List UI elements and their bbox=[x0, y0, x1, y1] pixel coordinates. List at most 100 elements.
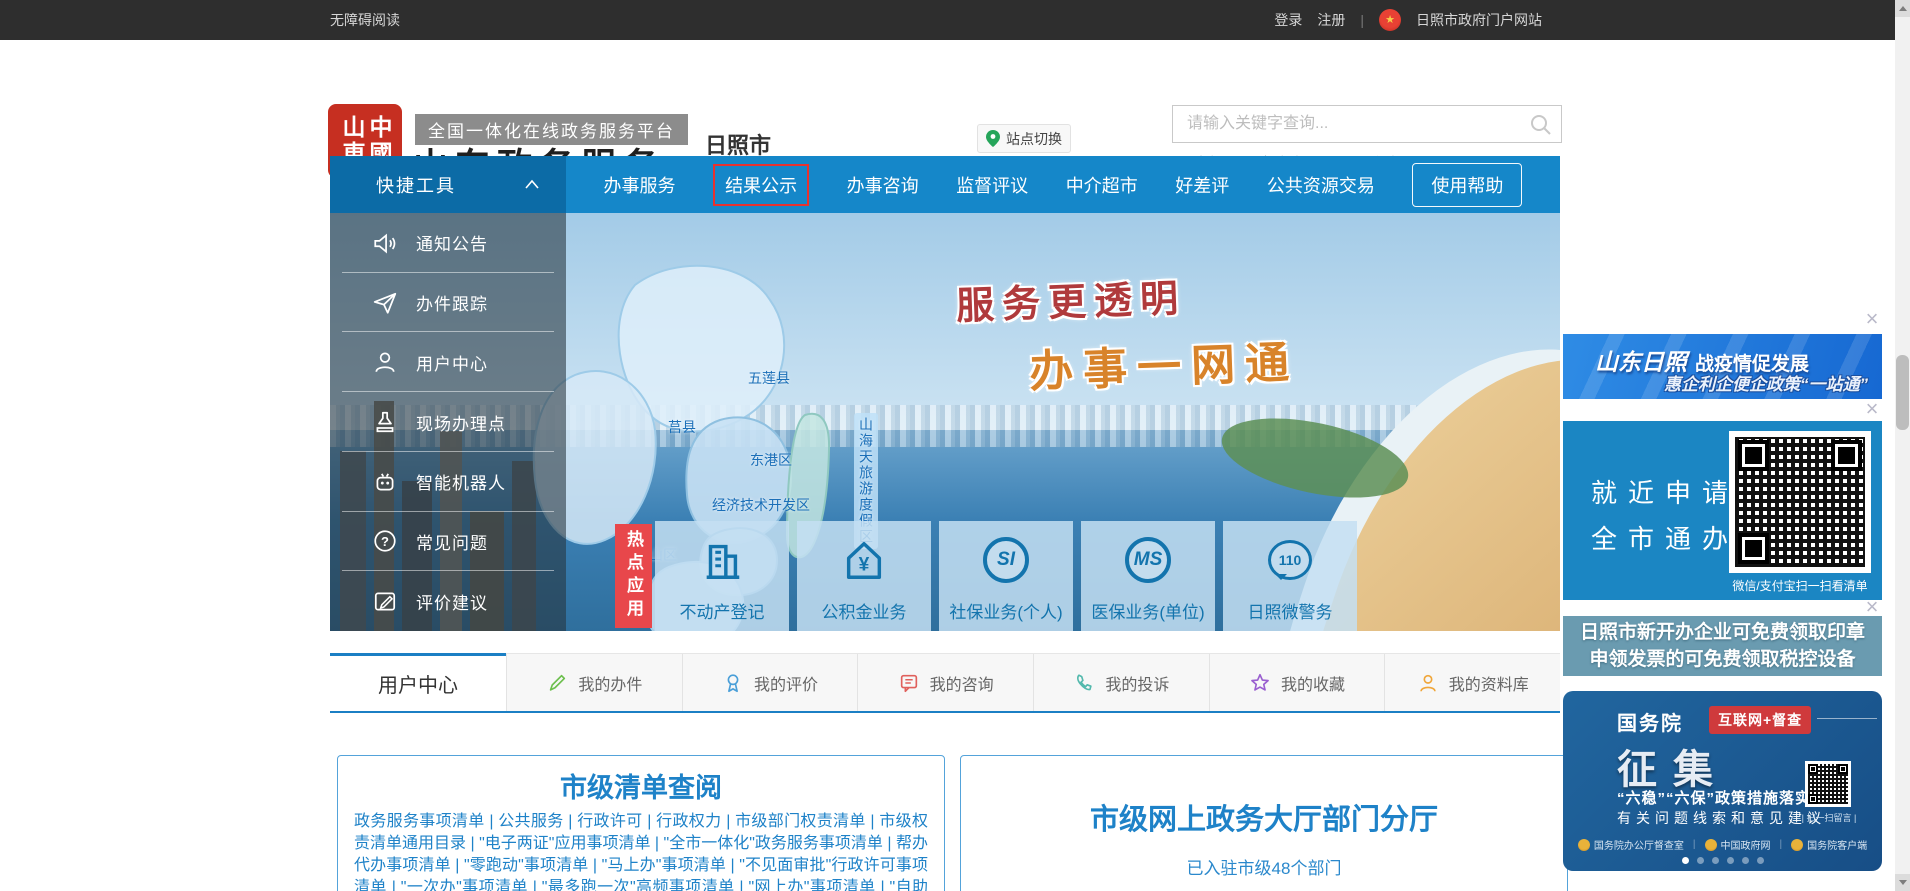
star-icon bbox=[1249, 672, 1271, 694]
scroll-down-arrow[interactable] bbox=[1895, 874, 1910, 891]
user-center-tabs: 用户中心 我的办件 我的评价 我的咨询 我的 bbox=[330, 653, 1560, 713]
floater-banner-inspection[interactable]: 国务院 互联网+督查 征集 “六稳”“六保”政策措施落实 有关问题线索和意见建议… bbox=[1563, 691, 1882, 871]
national-emblem-icon: ★ bbox=[1379, 9, 1401, 31]
tile-social-insurance[interactable]: SI 社保业务(个人) bbox=[939, 521, 1073, 631]
menu-item-notices[interactable]: 通知公告 bbox=[330, 213, 566, 273]
search-icon[interactable] bbox=[1529, 113, 1553, 137]
svg-text:?: ? bbox=[381, 534, 389, 549]
menu-item-faq[interactable]: ? 常见问题 bbox=[330, 512, 566, 572]
phone-icon bbox=[1073, 672, 1095, 694]
menu-item-label: 办件跟踪 bbox=[416, 290, 488, 315]
floater2-line2: 全市通办 bbox=[1591, 519, 1739, 556]
list-panel-links[interactable]: 政务服务事项清单 | 公共服务 | 行政许可 | 行政权力 | 市级部门权责清单… bbox=[354, 811, 928, 891]
floater4-badge: 互联网+督查 bbox=[1709, 706, 1811, 734]
site-switch-button[interactable]: 站点切换 bbox=[977, 124, 1071, 153]
emblem-icon bbox=[1791, 839, 1803, 851]
menu-item-tracking[interactable]: 办件跟踪 bbox=[330, 273, 566, 333]
floater-banner-citywide[interactable]: 就近申请 全市通办 微信/支付宝扫一扫看清单 bbox=[1563, 421, 1882, 600]
main-nav: 快捷工具 办事服务 结果公示 办事咨询 监督评议 中介超市 好差评 公共资源交易… bbox=[330, 156, 1560, 213]
si-circle-icon: SI bbox=[983, 521, 1029, 598]
tab-my-ratings[interactable]: 我的评价 bbox=[682, 654, 858, 711]
menu-item-label: 用户中心 bbox=[416, 350, 488, 375]
tab-my-complaints[interactable]: 我的投诉 bbox=[1033, 654, 1209, 711]
city-list-panel: 市级清单查阅 政务服务事项清单 | 公共服务 | 行政许可 | 行政权力 | 市… bbox=[337, 755, 945, 891]
portal-link[interactable]: 日照市政府门户网站 bbox=[1416, 10, 1542, 30]
tab-my-favorites[interactable]: 我的收藏 bbox=[1209, 654, 1385, 711]
tile-label: 医保业务(单位) bbox=[1091, 598, 1204, 623]
dept-hall-title[interactable]: 市级网上政务大厅部门分厅 bbox=[961, 796, 1567, 838]
police-110-icon: 110 bbox=[1268, 521, 1312, 598]
topbar-separator: | bbox=[1360, 12, 1364, 28]
floater4-org: 国务院 bbox=[1617, 707, 1683, 736]
tab-my-library[interactable]: 我的资料库 bbox=[1384, 654, 1560, 711]
quick-tools-toggle[interactable]: 快捷工具 bbox=[330, 156, 566, 213]
nav-item-haochaping[interactable]: 好差评 bbox=[1175, 172, 1229, 198]
tile-police[interactable]: 110 日照微警务 bbox=[1223, 521, 1357, 631]
map-label-juxian: 莒县 bbox=[668, 417, 696, 437]
scrollbar-thumb[interactable] bbox=[1896, 355, 1909, 430]
tile-label: 日照微警务 bbox=[1248, 598, 1333, 623]
tab-label: 我的收藏 bbox=[1281, 671, 1345, 695]
person-icon bbox=[1417, 672, 1439, 694]
menu-item-robot[interactable]: 智能机器人 bbox=[330, 452, 566, 512]
floater-banner-policy[interactable]: 山东日照 战疫情促发展 惠企利企便企政策“一站通” bbox=[1563, 334, 1882, 399]
topbar-right: 登录 注册 | ★ 日照市政府门户网站 bbox=[1274, 0, 1542, 40]
search-input[interactable] bbox=[1173, 106, 1525, 142]
floater4-qr-caption: | 扫一扫留言 | bbox=[1791, 811, 1867, 824]
building-icon bbox=[699, 521, 745, 598]
city-list-title[interactable]: 市级清单查阅 bbox=[354, 766, 928, 805]
menu-item-label: 评价建议 bbox=[416, 589, 488, 614]
tile-housing-fund[interactable]: ¥ 公积金业务 bbox=[797, 521, 931, 631]
menu-item-label: 通知公告 bbox=[416, 230, 488, 255]
nav-item-banshi-zixun[interactable]: 办事咨询 bbox=[847, 172, 919, 198]
nav-item-gonggong-ziyuan[interactable]: 公共资源交易 bbox=[1267, 172, 1375, 198]
close-icon[interactable]: × bbox=[1860, 400, 1884, 418]
tile-label: 公积金业务 bbox=[822, 598, 907, 623]
quick-tools-label: 快捷工具 bbox=[376, 172, 456, 198]
menu-item-feedback[interactable]: 评价建议 bbox=[330, 571, 566, 631]
nav-item-help[interactable]: 使用帮助 bbox=[1412, 163, 1522, 207]
house-yuan-icon: ¥ bbox=[840, 521, 888, 598]
nav-item-zhongjie-chaoshi[interactable]: 中介超市 bbox=[1066, 172, 1138, 198]
chat-doc-icon bbox=[898, 672, 920, 694]
tab-user-center[interactable]: 用户中心 bbox=[330, 653, 506, 711]
scroll-up-arrow[interactable] bbox=[1895, 0, 1910, 17]
nav-item-jieguo-gongshi[interactable]: 结果公示 bbox=[713, 164, 809, 206]
hero-banner: 五莲县 莒县 东港区 经济技术开发区 岚山区 山海天旅游度假区 服务更透明 办事… bbox=[330, 213, 1560, 631]
svg-text:¥: ¥ bbox=[859, 554, 870, 575]
close-icon[interactable]: × bbox=[1860, 310, 1884, 328]
close-icon[interactable]: × bbox=[1860, 598, 1884, 616]
quick-tools-menu: 通知公告 办件跟踪 用户中心 bbox=[330, 213, 566, 631]
map-label-donggang: 东港区 bbox=[750, 450, 792, 470]
nav-item-banshi-fuwu[interactable]: 办事服务 bbox=[604, 172, 676, 198]
page-scrollbar[interactable] bbox=[1895, 0, 1910, 891]
qr-code-small bbox=[1805, 761, 1851, 807]
floater1-line2: 惠企利企便企政策“一站通” bbox=[1664, 370, 1868, 395]
hot-apps-tiles: 不动产登记 ¥ 公积金业务 SI 社保业务(个人) MS bbox=[655, 521, 1357, 631]
menu-item-label: 智能机器人 bbox=[416, 469, 506, 494]
tile-real-estate[interactable]: 不动产登记 bbox=[655, 521, 789, 631]
floater-banner-new-business[interactable]: 日照市新开办企业可免费领取印章 申领发票的可免费领取税控设备 bbox=[1563, 616, 1882, 676]
menu-item-onsite[interactable]: 现场办理点 bbox=[330, 392, 566, 452]
menu-item-label: 现场办理点 bbox=[416, 410, 506, 435]
carousel-dots[interactable] bbox=[1563, 857, 1882, 864]
login-link[interactable]: 登录 bbox=[1274, 10, 1302, 30]
tile-label: 不动产登记 bbox=[680, 598, 765, 623]
nav-item-jiandu-pingyi[interactable]: 监督评议 bbox=[956, 172, 1028, 198]
menu-item-user-center[interactable]: 用户中心 bbox=[330, 332, 566, 392]
medal-icon bbox=[722, 672, 744, 694]
footer-item: 中国政府网 bbox=[1705, 837, 1771, 852]
tab-my-items[interactable]: 我的办件 bbox=[506, 654, 682, 711]
edit-icon bbox=[372, 588, 398, 614]
floater4-divider bbox=[1817, 718, 1877, 719]
register-link[interactable]: 注册 bbox=[1317, 10, 1345, 30]
tile-medical-insurance[interactable]: MS 医保业务(单位) bbox=[1081, 521, 1215, 631]
emblem-icon bbox=[1705, 839, 1717, 851]
footer-separator: | bbox=[1780, 839, 1783, 850]
location-pin-icon bbox=[986, 130, 1000, 147]
search-box bbox=[1172, 105, 1562, 143]
accessibility-link[interactable]: 无障碍阅读 bbox=[330, 0, 400, 40]
tab-my-inquiries[interactable]: 我的咨询 bbox=[857, 654, 1033, 711]
speaker-icon bbox=[372, 230, 398, 256]
paper-plane-icon bbox=[372, 290, 398, 316]
